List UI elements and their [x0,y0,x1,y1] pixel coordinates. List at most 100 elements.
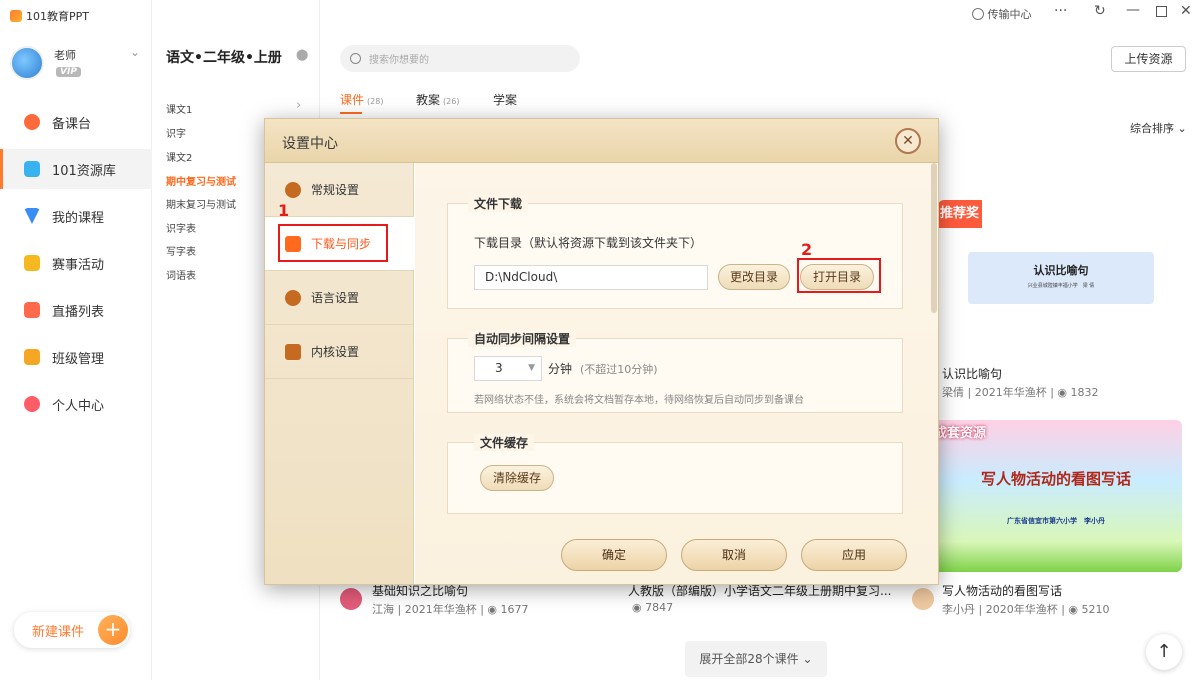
tab-count: (26) [443,97,460,106]
section-title: 自动同步间隔设置 [468,330,577,347]
card-source: 2020年华渔杯 [985,603,1058,616]
scrollbar[interactable] [931,163,937,313]
class-icon [24,349,40,365]
transfer-center-button[interactable]: 传输中心 [972,6,1032,22]
sidebar-item-library[interactable]: 101资源库 [0,149,152,189]
sidebar-item-label: 我的课程 [52,210,105,226]
tv-icon [24,302,40,318]
chip-icon [285,343,301,360]
sidebar-item-prepare[interactable]: 备课台 [0,102,152,142]
catalog-title[interactable]: 语文•二年级•上册 [166,47,282,67]
author-avatar [340,588,362,610]
sidebar-item-profile[interactable]: 个人中心 [0,384,152,424]
refresh-icon[interactable]: ↻ [1094,3,1106,19]
card-thumbnail[interactable]: 推荐奖 认识比喻句 兴业县城隍镇丰福小学 梁 倩 [938,200,1182,340]
gear-icon [285,181,301,198]
lesson-item[interactable]: 写字表 [166,243,196,258]
settings-tab-label: 内核设置 [311,345,360,359]
eye-icon: ◉ [487,603,498,616]
maximize-icon[interactable] [1156,6,1167,17]
card-title[interactable]: 认识比喻句 [942,365,1002,382]
expand-all-button[interactable]: 展开全部28个课件 ⌄ [685,641,827,677]
sidebar-item-label: 直播列表 [52,304,105,320]
tab-count: (28) [367,97,384,106]
download-path-field[interactable]: D:\NdCloud\ [474,265,708,290]
sort-dropdown[interactable]: 综合排序 ⌄ [1130,120,1187,136]
ok-button[interactable]: 确定 [561,539,667,571]
lesson-item[interactable]: 识字 [166,125,186,140]
transfer-label: 传输中心 [987,8,1032,21]
close-icon[interactable]: ✕ [1180,3,1192,19]
tab-lesson-plan[interactable]: 教案 (26) [416,91,459,108]
lesson-item[interactable]: 识字表 [166,220,196,235]
lesson-item[interactable]: 课文1 [166,101,192,116]
card-author: 李小丹 [942,603,975,616]
location-pin-icon[interactable]: ⬤ [296,48,308,61]
upload-resource-button[interactable]: 上传资源 [1111,46,1186,72]
settings-tab-label: 语言设置 [311,291,360,305]
minimize-icon[interactable]: — [1126,2,1140,18]
plus-icon: + [98,615,128,645]
sidebar-item-live[interactable]: 直播列表 [0,290,152,330]
tab-label: 教案 [416,93,441,107]
lesson-item[interactable]: 词语表 [166,267,196,282]
sync-section: 自动同步间隔设置 3 ▼ 分钟 (不超过10分钟) 若网络状态不佳，系统会将文档… [447,330,903,413]
card-meta: 江海 | 2021年华渔杯 | ◉ 1677 [372,603,529,616]
annotation-number-1: 1 [278,201,290,220]
card-views: 1677 [500,603,529,616]
sidebar-item-contests[interactable]: 赛事活动 [0,243,152,283]
card-meta: 梁倩 | 2021年华渔杯 | ◉ 1832 [942,386,1099,399]
chevron-down-icon[interactable]: ⌄ [130,45,140,59]
card-title[interactable]: 写人物活动的看图写话 [942,582,1062,599]
vip-badge: VIP [56,67,81,77]
dialog-close-button[interactable]: ✕ [895,128,921,154]
search-placeholder: 搜索你想要的 [369,55,429,66]
download-section: 文件下载 下载目录（默认将资源下载到该文件夹下） D:\NdCloud\ 更改目… [447,195,903,309]
more-icon[interactable]: ··· [1054,3,1067,19]
card-views: 1832 [1070,386,1099,399]
settings-tab-language[interactable]: 语言设置 [265,271,414,325]
cancel-button[interactable]: 取消 [681,539,787,571]
lesson-item[interactable]: 课文2 [166,149,192,164]
annotation-box-1 [278,224,388,262]
card-thumbnail[interactable]: 成套资源 写人物活动的看图写话 广东省信宜市第六小学 李小丹 [930,420,1182,572]
tab-study-plan[interactable]: 学案 [493,91,517,108]
sync-interval-select[interactable]: 3 ▼ [474,356,542,381]
card-views: 7847 [645,601,674,614]
search-input[interactable]: 搜索你想要的 [340,45,580,72]
settings-tab-kernel[interactable]: 内核设置 [265,325,414,379]
chevron-down-icon: ⌄ [1177,122,1187,135]
app-logo: 101教育PPT [10,8,89,24]
card-meta: 李小丹 | 2020年华渔杯 | ◉ 5210 [942,603,1110,616]
change-dir-button[interactable]: 更改目录 [718,264,790,290]
dropdown-arrow-icon: ▼ [528,363,535,373]
library-icon [24,161,40,177]
back-to-top-button[interactable]: ↑ [1146,634,1182,670]
tab-label: 学案 [493,93,518,107]
clear-cache-button[interactable]: 清除缓存 [480,465,554,491]
lesson-item[interactable]: 期末复习与测试 [166,196,236,211]
sidebar-item-class[interactable]: 班级管理 [0,337,152,377]
sidebar-item-label: 赛事活动 [52,257,105,273]
sidebar-item-courses[interactable]: 我的课程 [0,196,152,236]
sidebar-item-label: 101资源库 [52,163,116,179]
card-banner: 推荐奖 [938,200,982,228]
lesson-item-active[interactable]: 期中复习与测试 [166,173,236,188]
section-title: 文件下载 [468,195,529,212]
avatar[interactable] [10,46,44,80]
thumb-panel: 认识比喻句 兴业县城隍镇丰福小学 梁 倩 [968,252,1154,304]
dialog-header: 设置中心 ✕ [265,119,938,163]
apply-button[interactable]: 应用 [801,539,907,571]
sidebar-item-label: 个人中心 [52,398,105,414]
new-courseware-button[interactable]: 新建课件 + [14,612,130,648]
dialog-title: 设置中心 [282,136,338,152]
trophy-icon [24,255,40,271]
thumb-subtitle: 广东省信宜市第六小学 李小丹 [1007,517,1105,525]
card-views: 5210 [1081,603,1110,616]
logo-icon [10,10,22,22]
sort-label: 综合排序 [1130,122,1174,135]
chevron-right-icon[interactable]: › [296,98,301,113]
new-courseware-label: 新建课件 [32,624,85,640]
card-source: 2021年华渔杯 [974,386,1047,399]
tab-courseware[interactable]: 课件 (28) [340,91,384,114]
